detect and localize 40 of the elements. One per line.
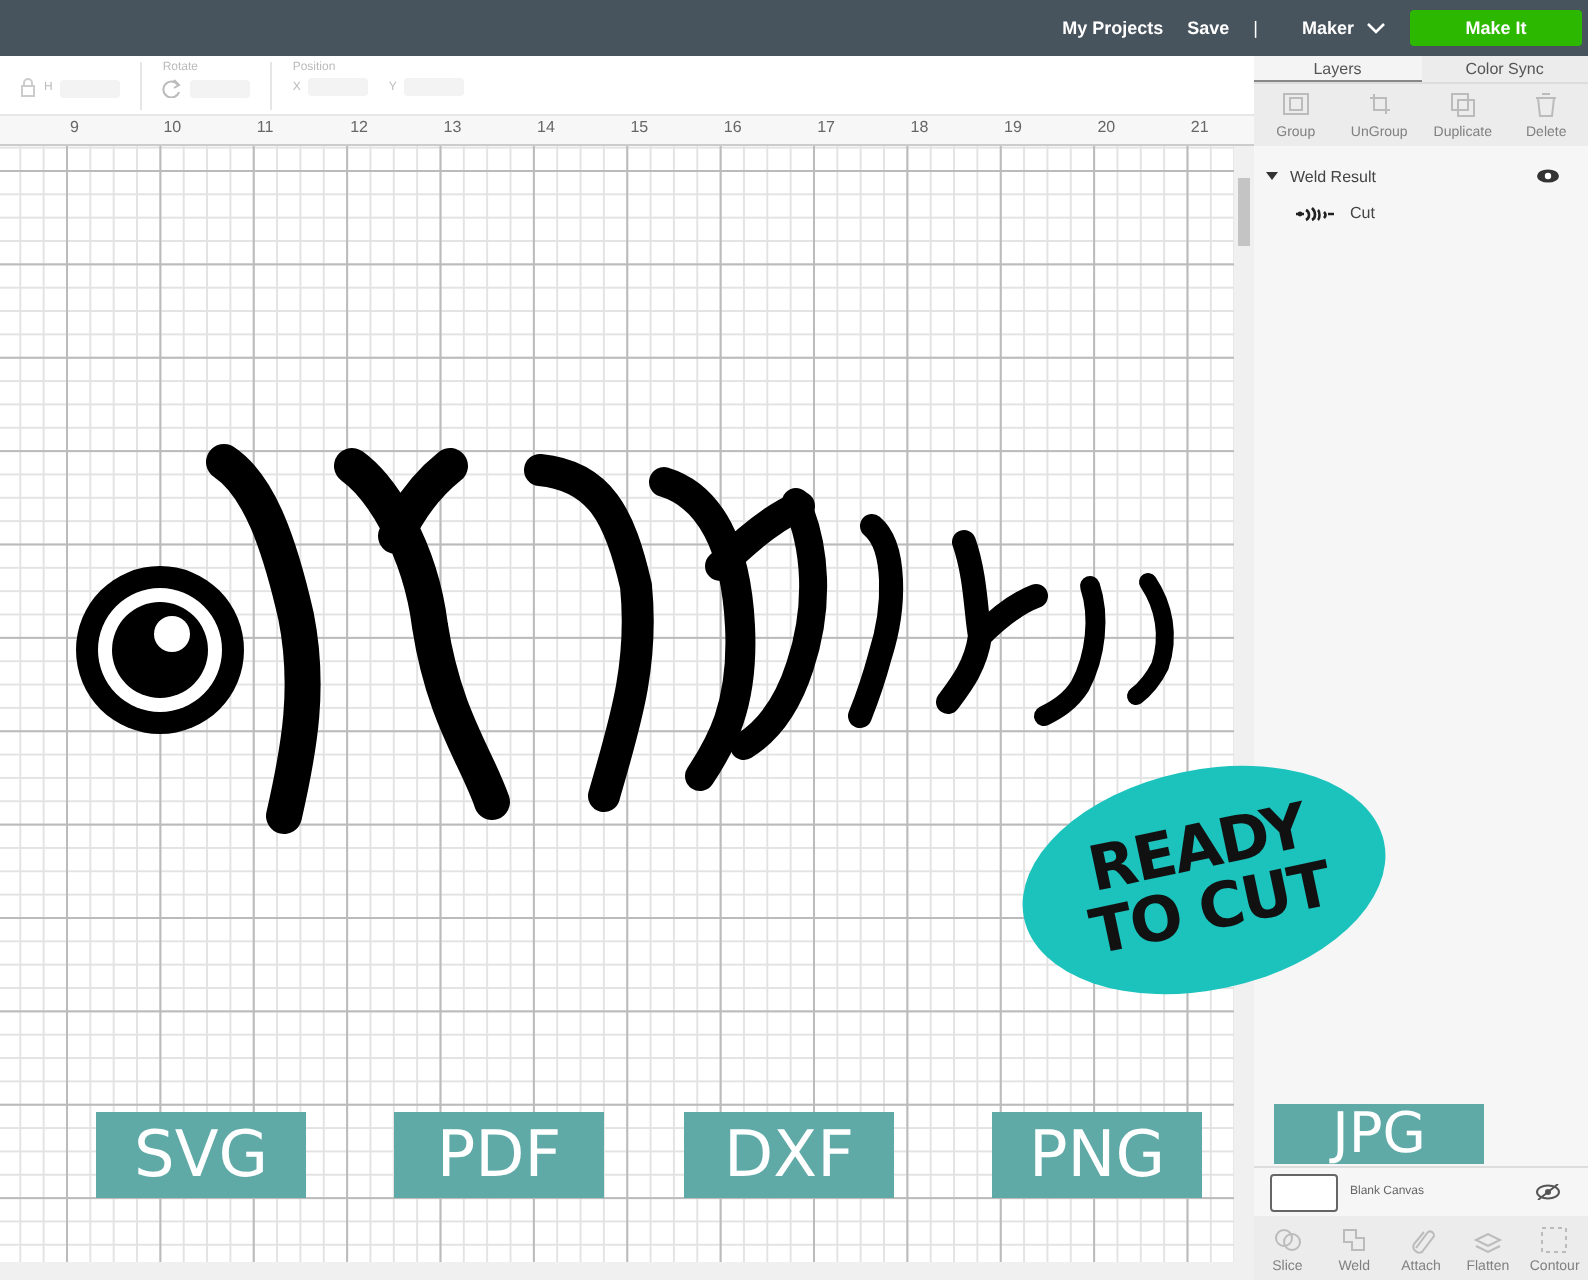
ruler-number: 12 xyxy=(350,118,368,136)
chevron-down-icon[interactable] xyxy=(1366,22,1386,34)
weld-icon xyxy=(1338,1223,1371,1255)
ruler-number: 9 xyxy=(70,118,79,136)
visibility-eye-icon[interactable] xyxy=(1536,168,1560,184)
ruler-number: 11 xyxy=(256,118,274,136)
machine-selector[interactable]: Maker xyxy=(1301,18,1354,38)
layer-name[interactable]: Weld Result xyxy=(1290,167,1524,185)
ruler-number: 10 xyxy=(163,118,182,136)
ruler-number: 17 xyxy=(817,118,835,136)
expand-toggle-icon[interactable] xyxy=(1266,170,1278,182)
ruler-number: 15 xyxy=(630,118,649,136)
horizontal-scrollbar[interactable] xyxy=(0,1262,1254,1280)
ruler-number: 18 xyxy=(910,118,929,136)
ruler-number: 14 xyxy=(537,118,555,136)
file-format-label: DXF xyxy=(684,1112,894,1198)
header-separator: | xyxy=(1253,18,1258,38)
contour-icon xyxy=(1538,1223,1571,1255)
ruler-number: 16 xyxy=(723,118,742,136)
lock-icon[interactable] xyxy=(20,78,36,98)
ruler-number: 21 xyxy=(1190,118,1209,136)
rotate-icon[interactable] xyxy=(162,78,183,98)
visibility-eye-icon[interactable] xyxy=(1536,1184,1560,1200)
make-it-button[interactable]: Make It xyxy=(1410,10,1582,46)
ruler-number: 20 xyxy=(1097,118,1116,136)
header-link[interactable]: My Projects xyxy=(1062,18,1164,38)
ruler-number: 13 xyxy=(443,118,462,136)
scrollbar-thumb[interactable] xyxy=(1238,178,1250,246)
duplicate-icon xyxy=(1446,90,1479,122)
file-format-label: SVG xyxy=(96,1112,306,1198)
fish-thumbnail-icon xyxy=(1294,205,1334,221)
panel-tab[interactable]: Layers xyxy=(1254,56,1421,82)
file-format-label: PNG xyxy=(992,1112,1202,1198)
file-format-label: JPG xyxy=(1274,1104,1484,1164)
header-link[interactable]: Save xyxy=(1187,18,1230,38)
canvas-swatch[interactable] xyxy=(1270,1173,1338,1211)
layer-name[interactable]: Cut xyxy=(1350,204,1375,222)
slice-icon xyxy=(1271,1223,1304,1255)
file-format-label: PDF xyxy=(394,1112,604,1198)
ruler-number: 19 xyxy=(1004,118,1022,136)
